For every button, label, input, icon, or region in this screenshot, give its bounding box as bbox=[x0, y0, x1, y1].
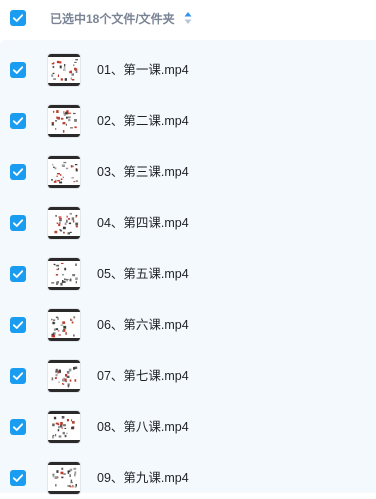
file-name[interactable]: 09、第九课.mp4 bbox=[97, 470, 189, 486]
selection-count-label: 已选中18个文件/文件夹 bbox=[50, 12, 175, 26]
file-row[interactable]: 05、第五课.mp4 bbox=[0, 244, 376, 295]
checkmark-icon bbox=[10, 368, 26, 384]
file-row[interactable]: 07、第七课.mp4 bbox=[0, 346, 376, 397]
file-checkbox[interactable] bbox=[10, 419, 26, 435]
video-thumbnail[interactable] bbox=[48, 105, 80, 137]
file-checkbox[interactable] bbox=[10, 266, 26, 282]
file-checkbox[interactable] bbox=[10, 215, 26, 231]
checkmark-icon bbox=[10, 215, 26, 231]
sort-toggle-icon[interactable] bbox=[184, 11, 192, 30]
checkmark-icon bbox=[10, 62, 26, 78]
checkmark-icon bbox=[10, 10, 26, 26]
file-checkbox[interactable] bbox=[10, 470, 26, 486]
file-row[interactable]: 03、第三课.mp4 bbox=[0, 142, 376, 193]
file-row[interactable]: 04、第四课.mp4 bbox=[0, 193, 376, 244]
file-row[interactable]: 02、第二课.mp4 bbox=[0, 91, 376, 142]
file-row[interactable]: 06、第六课.mp4 bbox=[0, 295, 376, 346]
file-name[interactable]: 05、第五课.mp4 bbox=[97, 266, 189, 282]
checkmark-icon bbox=[10, 113, 26, 129]
video-thumbnail[interactable] bbox=[48, 258, 80, 290]
select-all-checkbox[interactable] bbox=[10, 10, 26, 26]
file-list: 01、第一课.mp4 02、第二课.mp4 03、第三课.mp4 04、第四课.mp4… bbox=[0, 40, 376, 494]
file-row[interactable]: 09、第九课.mp4 bbox=[0, 448, 376, 499]
checkmark-icon bbox=[10, 164, 26, 180]
file-row[interactable]: 08、第八课.mp4 bbox=[0, 397, 376, 448]
video-thumbnail[interactable] bbox=[48, 411, 80, 443]
video-thumbnail[interactable] bbox=[48, 360, 80, 392]
file-name[interactable]: 08、第八课.mp4 bbox=[97, 419, 189, 435]
checkmark-icon bbox=[10, 419, 26, 435]
file-name[interactable]: 02、第二课.mp4 bbox=[97, 113, 189, 129]
video-thumbnail[interactable] bbox=[48, 309, 80, 341]
file-row[interactable]: 01、第一课.mp4 bbox=[0, 40, 376, 91]
video-thumbnail[interactable] bbox=[48, 207, 80, 239]
video-thumbnail[interactable] bbox=[48, 156, 80, 188]
checkmark-icon bbox=[10, 470, 26, 486]
checkmark-icon bbox=[10, 317, 26, 333]
file-name[interactable]: 04、第四课.mp4 bbox=[97, 215, 189, 231]
list-header: 已选中18个文件/文件夹 bbox=[0, 0, 376, 40]
file-name[interactable]: 07、第七课.mp4 bbox=[97, 368, 189, 384]
file-checkbox[interactable] bbox=[10, 113, 26, 129]
video-thumbnail[interactable] bbox=[48, 462, 80, 494]
file-name[interactable]: 01、第一课.mp4 bbox=[97, 62, 189, 78]
video-thumbnail[interactable] bbox=[48, 54, 80, 86]
file-checkbox[interactable] bbox=[10, 368, 26, 384]
file-checkbox[interactable] bbox=[10, 317, 26, 333]
file-checkbox[interactable] bbox=[10, 164, 26, 180]
file-name[interactable]: 06、第六课.mp4 bbox=[97, 317, 189, 333]
file-name[interactable]: 03、第三课.mp4 bbox=[97, 164, 189, 180]
checkmark-icon bbox=[10, 266, 26, 282]
file-checkbox[interactable] bbox=[10, 62, 26, 78]
